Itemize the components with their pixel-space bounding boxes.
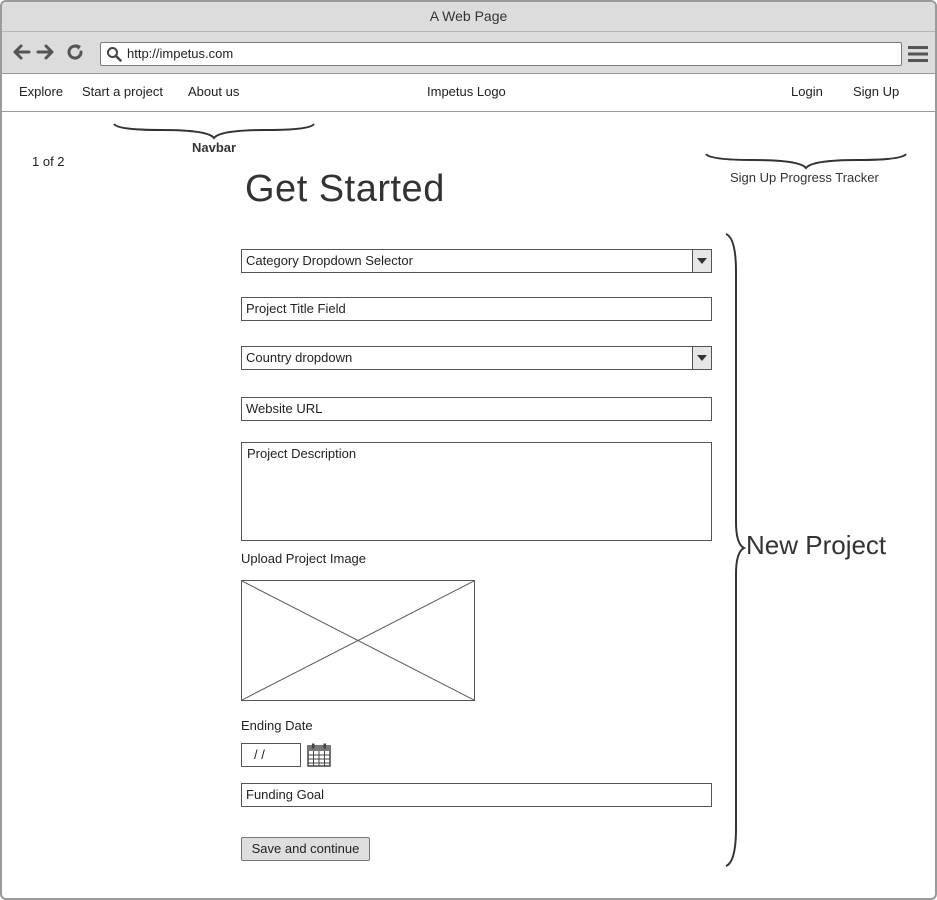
progress-indicator: 1 of 2 <box>32 154 65 169</box>
image-upload-placeholder[interactable] <box>241 580 475 701</box>
new-project-brace <box>725 233 746 867</box>
nav-login[interactable]: Login <box>791 74 823 110</box>
chevron-down-icon[interactable] <box>692 347 711 369</box>
ending-date-field[interactable]: / / <box>241 743 301 767</box>
website-url-field[interactable]: Website URL <box>241 397 712 421</box>
project-title-placeholder: Project Title Field <box>246 301 346 316</box>
browser-toolbar: http://impetus.com <box>2 32 935 74</box>
project-title-field[interactable]: Project Title Field <box>241 297 712 321</box>
page-title: Get Started <box>245 168 445 210</box>
navbar-brace <box>113 123 315 140</box>
date-value: / / <box>254 747 265 762</box>
arrow-right-icon[interactable] <box>35 41 57 63</box>
new-project-annotation: New Project <box>746 530 887 560</box>
ending-date-label: Ending Date <box>241 718 313 733</box>
tracker-annotation: Sign Up Progress Tracker <box>730 170 879 185</box>
hamburger-menu-icon[interactable] <box>908 45 928 63</box>
project-description-placeholder: Project Description <box>247 446 357 461</box>
save-and-continue-button[interactable]: Save and continue <box>241 837 370 861</box>
nav-start-project[interactable]: Start a project <box>82 74 163 110</box>
nav-signup[interactable]: Sign Up <box>853 74 899 110</box>
calendar-icon[interactable] <box>307 743 331 767</box>
funding-goal-field[interactable]: Funding Goal <box>241 783 712 807</box>
reload-icon[interactable] <box>64 41 86 63</box>
chevron-down-icon[interactable] <box>692 250 711 272</box>
window-title: A Web Page <box>2 2 935 32</box>
browser-window: A Web Page http://impetus.com Explore St… <box>0 0 937 900</box>
tracker-brace <box>705 153 907 170</box>
navbar-annotation: Navbar <box>192 140 237 155</box>
site-logo[interactable]: Impetus Logo <box>427 74 506 110</box>
country-dropdown-label: Country dropdown <box>246 350 353 365</box>
arrow-left-icon[interactable] <box>10 41 32 63</box>
address-bar[interactable]: http://impetus.com <box>100 42 902 66</box>
nav-explore[interactable]: Explore <box>19 74 63 110</box>
search-icon <box>107 47 122 62</box>
category-dropdown-label: Category Dropdown Selector <box>246 253 413 268</box>
site-navbar: Explore Start a project About us Impetus… <box>2 74 935 112</box>
website-url-placeholder: Website URL <box>246 401 323 416</box>
url-text: http://impetus.com <box>127 46 234 61</box>
category-dropdown[interactable]: Category Dropdown Selector <box>241 249 712 273</box>
country-dropdown[interactable]: Country dropdown <box>241 346 712 370</box>
nav-about[interactable]: About us <box>188 74 239 110</box>
project-description-field[interactable]: Project Description <box>241 442 712 541</box>
funding-goal-placeholder: Funding Goal <box>246 787 325 802</box>
upload-image-label: Upload Project Image <box>241 551 367 566</box>
